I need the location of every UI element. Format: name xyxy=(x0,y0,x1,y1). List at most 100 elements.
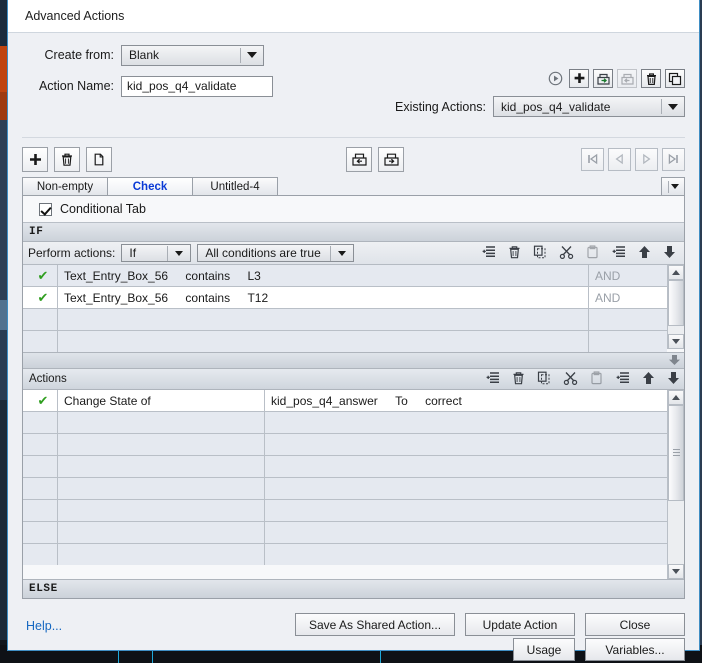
nav-prev-icon[interactable] xyxy=(608,147,631,171)
table-row[interactable]: ✔ Change State of kid_pos_q4_answer To c… xyxy=(23,390,667,412)
action-name-input[interactable]: kid_pos_q4_validate xyxy=(121,75,273,97)
condition-join-cell[interactable]: AND xyxy=(588,265,667,287)
usage-button[interactable]: Usage xyxy=(513,638,575,661)
check-icon: ✔ xyxy=(37,392,49,408)
tab-untitled-4[interactable]: Untitled-4 xyxy=(192,177,278,196)
table-row[interactable] xyxy=(23,543,667,565)
condition-join-cell[interactable]: AND xyxy=(588,286,667,309)
condition-expression-cell[interactable] xyxy=(57,308,589,331)
action-params-cell[interactable]: kid_pos_q4_answer To correct xyxy=(264,390,667,412)
nav-next-icon[interactable] xyxy=(635,147,658,171)
duplicate-icon[interactable] xyxy=(665,69,685,88)
check-icon: ✔ xyxy=(37,267,49,283)
scroll-down-button[interactable] xyxy=(668,334,684,349)
import-actions-button[interactable] xyxy=(346,146,372,172)
move-down-icon[interactable] xyxy=(663,245,676,262)
table-row[interactable] xyxy=(23,411,667,434)
condition-enabled-cell[interactable] xyxy=(23,308,58,331)
table-row[interactable]: ✔ Text_Entry_Box_56 contains T12 AND xyxy=(23,286,667,309)
export-actions-button[interactable] xyxy=(378,146,404,172)
delete-icon[interactable] xyxy=(641,69,661,88)
nav-last-icon[interactable] xyxy=(662,147,685,171)
conditions-scrollbar[interactable] xyxy=(667,265,684,349)
add-icon[interactable] xyxy=(569,69,589,88)
chevron-down-icon[interactable] xyxy=(168,250,190,256)
condition-match-dropdown[interactable]: All conditions are true xyxy=(197,244,355,262)
create-from-dropdown[interactable]: Blank xyxy=(121,44,264,66)
toolbar-nav-group xyxy=(581,147,685,171)
main-toolbar xyxy=(22,142,685,176)
table-row[interactable] xyxy=(23,521,667,544)
tab-overflow-dropdown[interactable] xyxy=(661,177,685,196)
scroll-down-button[interactable] xyxy=(668,564,684,579)
condition-expression-cell[interactable]: Text_Entry_Box_56 contains L3 xyxy=(57,265,589,287)
copy-condition-icon[interactable] xyxy=(533,245,547,262)
delete-condition-icon[interactable] xyxy=(508,245,521,262)
table-row[interactable] xyxy=(23,499,667,522)
save-as-shared-action-button[interactable]: Save As Shared Action... xyxy=(295,613,455,636)
help-link[interactable]: Help... xyxy=(26,619,62,633)
add-action-icon[interactable] xyxy=(615,371,630,387)
table-row[interactable] xyxy=(23,455,667,478)
conditional-tab-row[interactable]: Conditional Tab xyxy=(23,196,684,223)
conditional-tab-checkbox[interactable] xyxy=(39,202,52,216)
update-action-button[interactable]: Update Action xyxy=(465,613,575,636)
scroll-down-large-icon[interactable] xyxy=(666,353,682,367)
chevron-down-icon[interactable] xyxy=(331,250,353,256)
scroll-up-button[interactable] xyxy=(668,390,684,405)
actions-scrollbar[interactable] xyxy=(667,390,684,579)
condition-enabled-cell[interactable]: ✔ xyxy=(23,286,58,309)
perform-actions-dropdown[interactable]: If xyxy=(121,244,192,262)
condition-expression-cell[interactable] xyxy=(57,330,589,352)
action-name-label: Action Name: xyxy=(38,79,114,93)
condition-enabled-cell[interactable]: ✔ xyxy=(23,265,58,287)
delete-action-icon[interactable] xyxy=(512,371,525,388)
condition-enabled-cell[interactable] xyxy=(23,330,58,352)
table-row[interactable] xyxy=(23,433,667,456)
scroll-thumb[interactable] xyxy=(668,405,684,501)
tab-non-empty[interactable]: Non-empty xyxy=(22,177,108,196)
close-button[interactable]: Close xyxy=(585,613,685,636)
cut-condition-icon[interactable] xyxy=(559,245,574,262)
condition-match-value: All conditions are true xyxy=(205,246,321,260)
conditions-resize-bar[interactable] xyxy=(23,352,684,369)
copy-action-icon[interactable] xyxy=(537,371,551,388)
delete-tab-button[interactable] xyxy=(54,146,80,172)
chevron-down-icon[interactable] xyxy=(662,103,684,110)
copy-tab-button[interactable] xyxy=(86,146,112,172)
scroll-up-button[interactable] xyxy=(668,265,684,280)
table-row[interactable] xyxy=(23,477,667,500)
table-row[interactable] xyxy=(23,308,667,331)
insert-action-icon[interactable] xyxy=(485,371,500,387)
preview-icon[interactable] xyxy=(545,69,565,88)
condition-join-cell[interactable] xyxy=(588,308,667,331)
add-condition-icon[interactable] xyxy=(611,245,626,261)
tab-check[interactable]: Check xyxy=(107,177,193,196)
condition-join-cell[interactable] xyxy=(588,330,667,352)
scroll-track[interactable] xyxy=(668,326,684,334)
chevron-down-icon[interactable] xyxy=(241,52,263,58)
insert-condition-icon[interactable] xyxy=(481,245,496,261)
nav-first-icon[interactable] xyxy=(581,147,604,171)
variables-button[interactable]: Variables... xyxy=(585,638,685,661)
move-action-up-icon[interactable] xyxy=(642,371,655,388)
move-action-down-icon[interactable] xyxy=(667,371,680,388)
existing-actions-value: kid_pos_q4_validate xyxy=(501,99,611,114)
condition-expression-cell[interactable]: Text_Entry_Box_56 contains T12 xyxy=(57,286,589,309)
table-row[interactable] xyxy=(23,330,667,352)
check-icon: ✔ xyxy=(37,289,49,305)
cut-action-icon[interactable] xyxy=(563,371,578,388)
table-row[interactable]: ✔ Text_Entry_Box_56 contains L3 AND xyxy=(23,265,667,287)
conditional-tab-label: Conditional Tab xyxy=(60,202,146,216)
scroll-track[interactable] xyxy=(668,501,684,564)
dialog-footer: Usage Variables... Help... Save As Share… xyxy=(8,599,699,661)
add-tab-button[interactable] xyxy=(22,146,48,172)
action-state: correct xyxy=(425,393,462,408)
main-toolbar-wrap: Non-empty Check Untitled-4 xyxy=(8,138,699,196)
action-enabled-cell[interactable]: ✔ xyxy=(23,390,58,412)
export-icon[interactable] xyxy=(593,69,613,88)
action-type-cell[interactable]: Change State of xyxy=(57,390,265,412)
scroll-thumb[interactable] xyxy=(668,280,684,326)
move-up-icon[interactable] xyxy=(638,245,651,262)
existing-actions-dropdown[interactable]: kid_pos_q4_validate xyxy=(493,96,685,117)
